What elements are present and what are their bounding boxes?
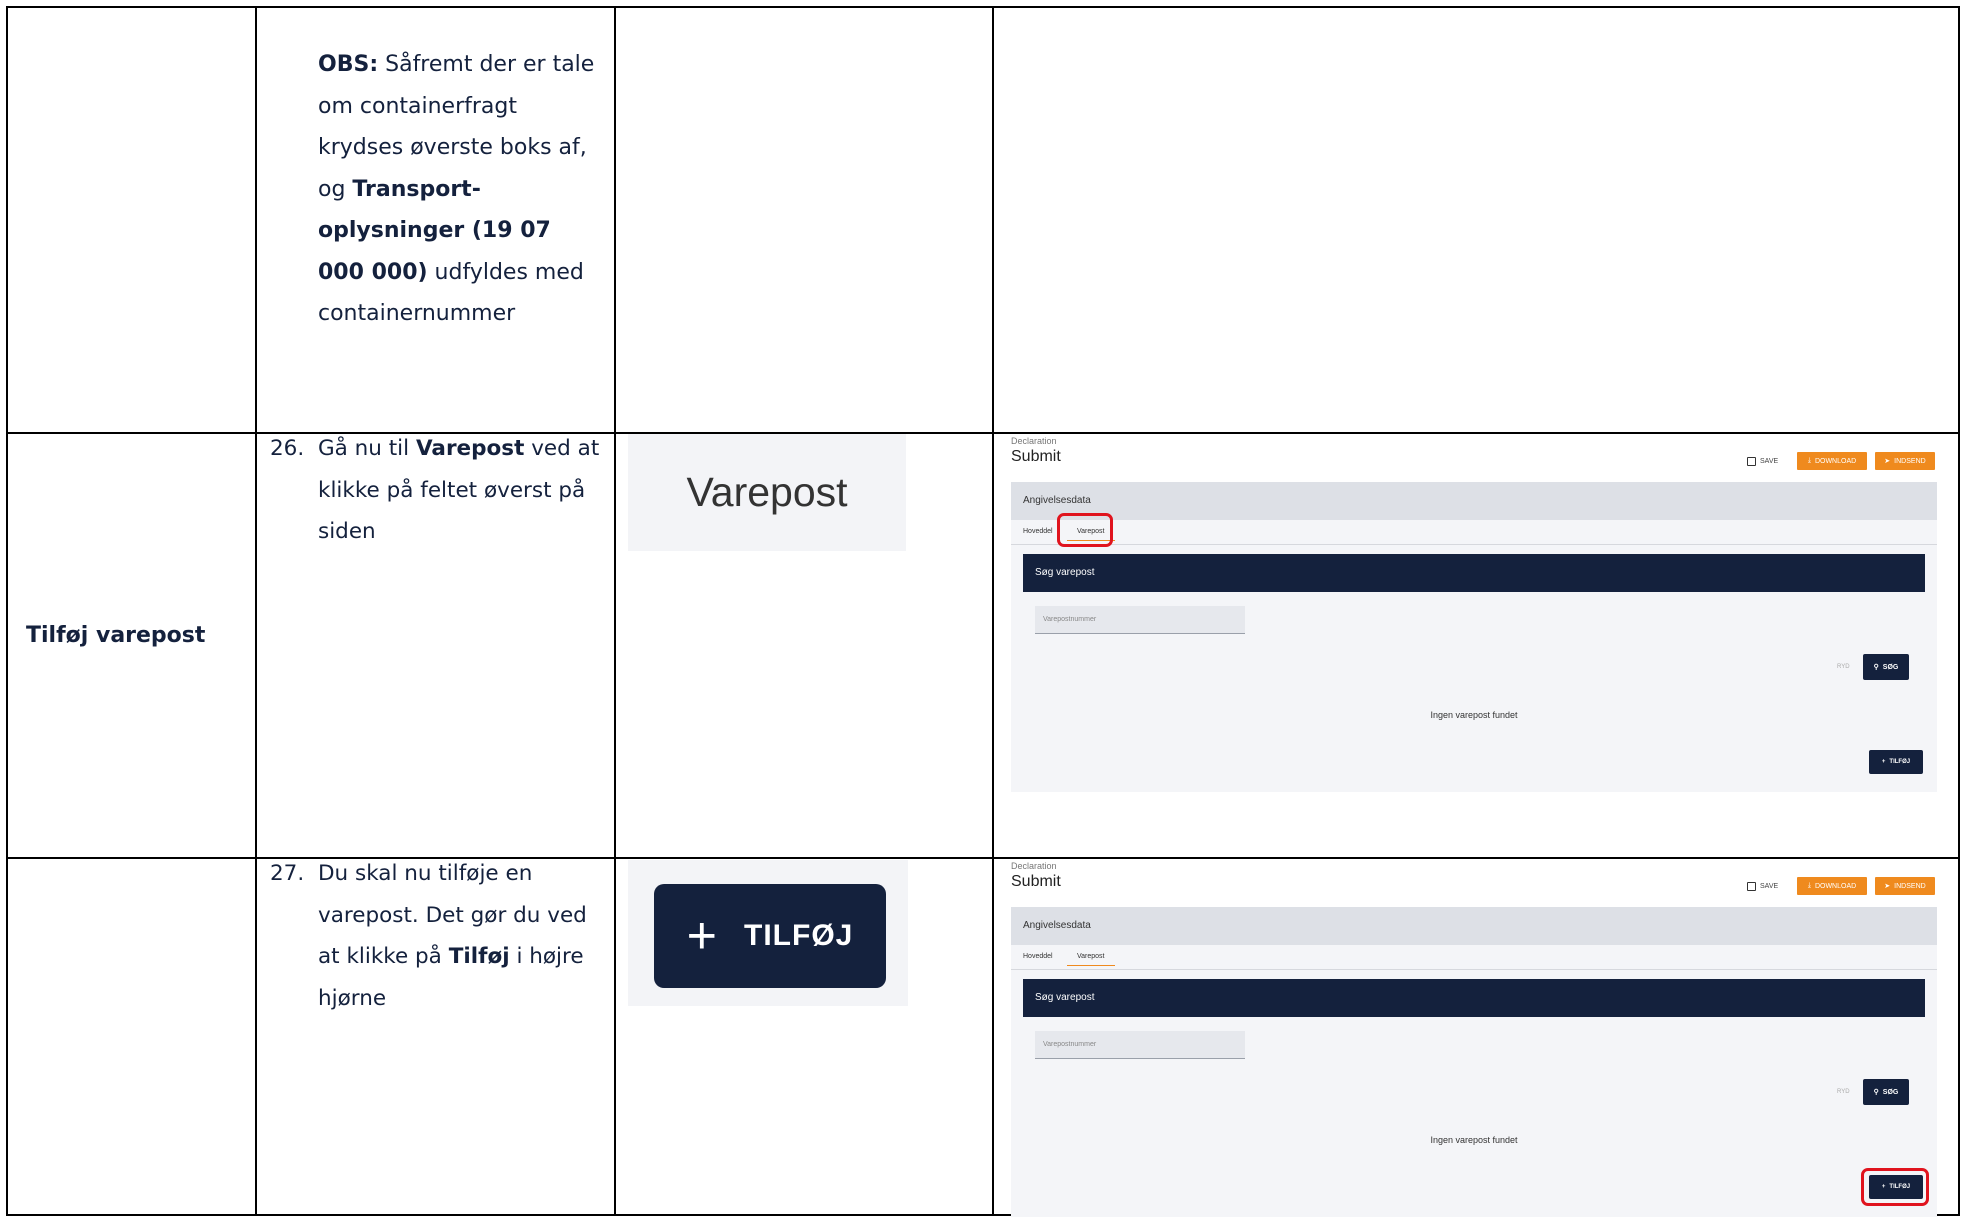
varepost-number-input[interactable]: Varepostnummer — [1035, 1031, 1245, 1059]
download-icon: ⤓ — [1807, 457, 1811, 464]
send-label: INDSEND — [1894, 457, 1926, 465]
save-label: SAVE — [1760, 882, 1779, 890]
tab-varepost[interactable]: Varepost — [1067, 953, 1114, 966]
tab-bar: Hoveddel Varepost — [1011, 945, 1937, 970]
download-button[interactable]: ⤓ DOWNLOAD — [1797, 452, 1867, 470]
breadcrumb: Declaration — [1011, 436, 1057, 446]
step-text: Du skal nu tilføje en varepost. Det gør … — [318, 853, 603, 1019]
obs-label: OBS: — [318, 52, 379, 77]
clear-button[interactable]: RYD — [1837, 1089, 1850, 1095]
plus-icon: + — [1881, 759, 1886, 765]
column-divider-3 — [992, 6, 994, 1216]
tab-hoveddel[interactable]: Hoveddel — [1023, 953, 1053, 960]
download-icon: ⤓ — [1807, 882, 1811, 889]
search-section-header: Søg varepost — [1023, 554, 1925, 592]
save-button[interactable]: SAVE — [1747, 452, 1778, 470]
column-divider-2 — [614, 6, 616, 1216]
save-label: SAVE — [1760, 457, 1779, 465]
empty-message: Ingen varepost fundet — [1430, 1135, 1518, 1145]
table-left-border — [6, 6, 8, 1216]
add-label: TILFØJ — [1889, 759, 1911, 765]
download-button[interactable]: ⤓ DOWNLOAD — [1797, 877, 1867, 895]
tab-bar: Hoveddel Varepost — [1011, 520, 1937, 545]
panel-title: Angivelsesdata — [1011, 482, 1937, 520]
search-icon: ⚲ — [1873, 1089, 1879, 1096]
screenshot-add-button: Declaration Submit SAVE ⤓ DOWNLOAD ➤ INDSE… — [1011, 861, 1937, 1217]
highlight-add-button — [1861, 1168, 1929, 1206]
zoom-add-button-face: + TILFØJ — [654, 884, 886, 988]
page-title: Submit — [1011, 873, 1061, 890]
step-text: Gå nu til Varepost ved at klikke på felt… — [318, 428, 603, 553]
send-button[interactable]: ➤ INDSEND — [1875, 452, 1935, 470]
send-label: INDSEND — [1894, 882, 1926, 890]
add-button[interactable]: + TILFØJ — [1869, 750, 1923, 774]
screenshot-varepost-tab: Declaration Submit SAVE ⤓ DOWNLOAD ➤ INDSE… — [1011, 436, 1937, 792]
search-label: SØG — [1882, 1088, 1899, 1096]
save-icon — [1747, 456, 1756, 466]
download-label: DOWNLOAD — [1814, 882, 1857, 890]
save-icon — [1747, 881, 1756, 891]
step-bold: Varepost — [415, 436, 525, 461]
empty-message: Ingen varepost fundet — [1430, 710, 1518, 720]
plus-icon: + — [686, 907, 719, 965]
zoom-add-button: + TILFØJ — [628, 860, 908, 1006]
clear-button[interactable]: RYD — [1837, 664, 1850, 670]
page-title: Submit — [1011, 448, 1061, 465]
search-button[interactable]: ⚲ SØG — [1863, 654, 1909, 680]
breadcrumb: Declaration — [1011, 861, 1057, 871]
search-icon: ⚲ — [1873, 664, 1879, 671]
highlight-varepost-tab — [1057, 513, 1113, 547]
search-button[interactable]: ⚲ SØG — [1863, 1079, 1909, 1105]
send-icon: ➤ — [1884, 883, 1891, 890]
table-right-border — [1958, 6, 1960, 1216]
declaration-panel: Angivelsesdata Hoveddel Varepost Søg var… — [1011, 482, 1937, 792]
tab-hoveddel[interactable]: Hoveddel — [1023, 528, 1053, 535]
step-number: 27. — [270, 861, 305, 886]
row-label-add-item: Tilføj varepost — [26, 623, 206, 648]
varepost-number-input[interactable]: Varepostnummer — [1035, 606, 1245, 634]
step-number: 26. — [270, 436, 305, 461]
zoom-varepost-tab: Varepost — [628, 434, 906, 551]
send-button[interactable]: ➤ INDSEND — [1875, 877, 1935, 895]
step-text-part: Gå nu til — [318, 436, 416, 461]
download-label: DOWNLOAD — [1814, 457, 1857, 465]
column-divider-1 — [255, 6, 257, 1216]
zoom-add-label: TILFØJ — [744, 919, 854, 952]
search-label: SØG — [1882, 663, 1899, 671]
declaration-panel: Angivelsesdata Hoveddel Varepost Søg var… — [1011, 907, 1937, 1217]
save-button[interactable]: SAVE — [1747, 877, 1778, 895]
table-top-border — [6, 6, 1960, 8]
send-icon: ➤ — [1884, 458, 1891, 465]
search-section-header: Søg varepost — [1023, 979, 1925, 1017]
panel-title: Angivelsesdata — [1011, 907, 1937, 945]
obs-note: OBS: Såfremt der er tale om containerfra… — [318, 44, 598, 335]
step-bold: Tilføj — [448, 944, 510, 969]
